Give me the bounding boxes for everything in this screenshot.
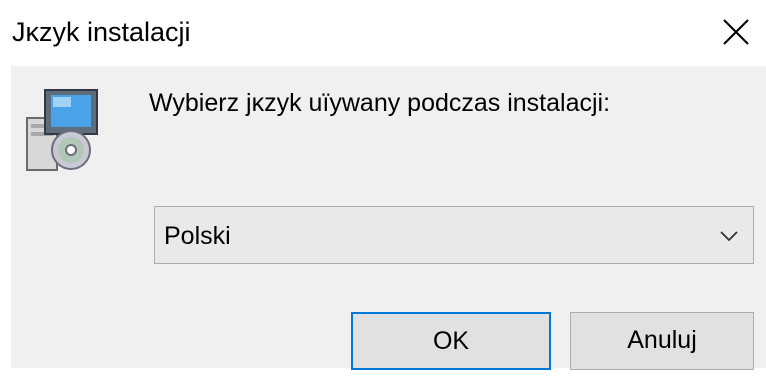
- language-prompt: Wybierz jκzyk uïywany podczas instalacji…: [149, 89, 611, 117]
- close-button[interactable]: [714, 10, 758, 54]
- chevron-down-icon: [720, 231, 738, 242]
- close-icon: [723, 19, 749, 45]
- dialog-body: Wybierz jκzyk uïywany podczas instalacji…: [11, 66, 766, 370]
- title-bar: Jκzyk instalacji: [0, 0, 766, 66]
- cancel-button[interactable]: Anuluj: [570, 312, 754, 370]
- language-select[interactable]: Polski: [154, 206, 754, 264]
- installer-setup-icon: [26, 89, 98, 171]
- language-select-value: Polski: [164, 222, 231, 250]
- installer-language-dialog: Jκzyk instalacji Wybierz jκzyk uïywany p…: [0, 0, 766, 376]
- window-title: Jκzyk instalacji: [12, 17, 191, 47]
- ok-button[interactable]: OK: [351, 312, 551, 370]
